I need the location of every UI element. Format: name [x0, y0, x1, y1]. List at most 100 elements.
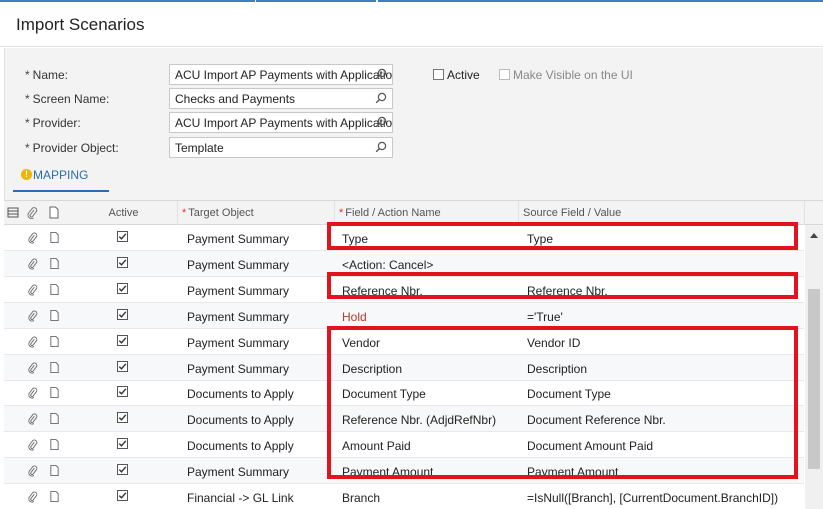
cell-field-action[interactable]: Description — [342, 355, 402, 381]
checkbox-checked-icon[interactable] — [117, 412, 128, 424]
cell-target-object[interactable]: Payment Summary — [187, 225, 289, 251]
cell-source-field[interactable]: ='True' — [527, 303, 563, 329]
cell-target-object[interactable]: Payment Summary — [187, 458, 289, 484]
cell-source-field[interactable]: Payment Amount — [527, 458, 618, 484]
cell-field-action[interactable]: Amount Paid — [342, 432, 411, 458]
cell-source-field[interactable]: Type — [527, 225, 553, 251]
table-row[interactable]: Payment Summary Description Description — [4, 354, 804, 381]
table-row[interactable]: Payment Summary Type Type — [4, 225, 804, 251]
mapping-grid: Active * Target Object * Field / Action Na… — [4, 200, 823, 509]
tab-active-underline — [13, 190, 109, 192]
checkbox-checked-icon[interactable] — [117, 231, 128, 242]
paperclip-icon[interactable] — [27, 309, 38, 322]
cell-target-object[interactable]: Documents to Apply — [187, 406, 294, 432]
header-source-field[interactable]: Source Field / Value — [519, 201, 805, 225]
cell-field-action[interactable]: Reference Nbr. — [342, 277, 423, 303]
provider-field[interactable]: ACU Import AP Payments with Application — [169, 112, 393, 133]
paperclip-icon[interactable] — [27, 283, 38, 296]
table-row[interactable]: Payment Summary Payment Amount Payment Amo… — [4, 458, 804, 485]
make-visible-label: Make Visible on the UI — [513, 68, 633, 82]
checkbox-checked-icon[interactable] — [117, 308, 128, 320]
cell-target-object[interactable]: Payment Summary — [187, 329, 289, 355]
cell-source-field[interactable]: Document Reference Nbr. — [527, 406, 666, 432]
cell-source-field[interactable]: =IsNull([Branch], [CurrentDocument.Branc… — [527, 484, 778, 509]
header-active[interactable]: Active — [70, 201, 178, 225]
document-icon[interactable] — [49, 386, 60, 399]
cell-field-action[interactable]: Branch — [342, 484, 380, 509]
scrollbar-thumb[interactable] — [808, 289, 820, 469]
cell-target-object[interactable]: Payment Summary — [187, 355, 289, 381]
header-field-action[interactable]: * Field / Action Name — [335, 201, 519, 225]
paperclip-icon[interactable] — [27, 464, 38, 477]
paperclip-icon[interactable] — [27, 438, 38, 451]
paperclip-icon[interactable] — [27, 231, 38, 244]
checkbox-checked-icon[interactable] — [117, 438, 128, 450]
cell-source-field[interactable]: Document Amount Paid — [527, 432, 653, 458]
document-icon[interactable] — [49, 412, 60, 425]
document-icon[interactable] — [49, 464, 60, 477]
cell-source-field[interactable]: Document Type — [527, 380, 611, 406]
table-row[interactable]: Documents to Apply Document Type Document … — [4, 380, 804, 407]
document-icon[interactable] — [49, 231, 60, 244]
cell-target-object[interactable]: Financial -> GL Link — [187, 484, 294, 509]
cell-source-field[interactable]: Vendor ID — [527, 329, 580, 355]
document-icon[interactable] — [49, 283, 60, 296]
table-row[interactable]: Financial -> GL Link Branch =IsNull([Branc… — [4, 484, 804, 509]
checkbox-checked-icon[interactable] — [117, 464, 128, 476]
checkbox-checked-icon[interactable] — [117, 334, 128, 346]
header-target-object[interactable]: * Target Object — [178, 201, 335, 225]
document-icon[interactable] — [49, 361, 60, 374]
cell-source-field[interactable]: Reference Nbr. — [527, 277, 608, 303]
document-icon[interactable] — [49, 335, 60, 348]
search-icon[interactable] — [375, 116, 387, 128]
vertical-scrollbar[interactable] — [805, 225, 823, 509]
cell-field-action[interactable]: Type — [342, 225, 368, 251]
provider-object-field[interactable]: Template — [169, 137, 393, 158]
name-value: ACU Import AP Payments with Application — [175, 68, 393, 82]
checkbox-checked-icon[interactable] — [117, 386, 128, 398]
table-row[interactable]: Documents to Apply Amount Paid Document Am… — [4, 432, 804, 459]
cell-field-action[interactable]: Vendor — [342, 329, 380, 355]
cell-target-object[interactable]: Documents to Apply — [187, 380, 294, 406]
document-icon[interactable] — [49, 490, 60, 503]
checkbox-checked-icon[interactable] — [117, 256, 128, 268]
cell-field-action[interactable]: Payment Amount — [342, 458, 433, 484]
document-icon[interactable] — [49, 438, 60, 451]
screen-name-field[interactable]: Checks and Payments — [169, 88, 393, 109]
checkbox-icon — [499, 69, 510, 80]
search-icon[interactable] — [375, 92, 387, 104]
paperclip-icon[interactable] — [27, 257, 38, 270]
table-row[interactable]: Payment Summary Vendor Vendor ID — [4, 329, 804, 355]
cell-field-action[interactable]: Hold — [342, 303, 367, 329]
paperclip-icon[interactable] — [27, 386, 38, 399]
paperclip-icon[interactable] — [27, 361, 38, 374]
cell-target-object[interactable]: Payment Summary — [187, 303, 289, 329]
grid-menu-icon[interactable] — [7, 206, 19, 219]
table-row[interactable]: Payment Summary Reference Nbr. Reference N… — [4, 277, 804, 303]
table-row[interactable]: Documents to Apply Reference Nbr. (AdjdRe… — [4, 406, 804, 433]
cell-field-action[interactable]: Reference Nbr. (AdjdRefNbr) — [342, 406, 496, 432]
active-checkbox[interactable]: Active — [433, 68, 480, 84]
search-icon[interactable] — [375, 141, 387, 153]
document-icon[interactable] — [49, 309, 60, 322]
paperclip-icon[interactable] — [27, 412, 38, 425]
checkbox-checked-icon[interactable] — [117, 360, 128, 372]
cell-field-action[interactable]: <Action: Cancel> — [342, 251, 433, 277]
paperclip-icon[interactable] — [27, 335, 38, 348]
paperclip-icon[interactable] — [27, 490, 38, 503]
document-icon[interactable] — [49, 257, 60, 270]
name-field[interactable]: ACU Import AP Payments with Application — [169, 64, 393, 85]
cell-field-action[interactable]: Document Type — [342, 380, 426, 406]
cell-target-object[interactable]: Documents to Apply — [187, 432, 294, 458]
checkbox-checked-icon[interactable] — [117, 282, 128, 294]
search-icon[interactable] — [375, 68, 387, 80]
checkbox-icon[interactable] — [433, 69, 444, 80]
checkbox-checked-icon[interactable] — [117, 490, 128, 501]
cell-target-object[interactable]: Payment Summary — [187, 251, 289, 277]
tab-mapping[interactable]: ! MAPPING — [13, 166, 109, 200]
cell-target-object[interactable]: Payment Summary — [187, 277, 289, 303]
cell-source-field[interactable]: Description — [527, 355, 587, 381]
scroll-up-icon[interactable] — [810, 233, 818, 238]
table-row[interactable]: Payment Summary <Action: Cancel> — [4, 250, 804, 277]
table-row[interactable]: Payment Summary Hold ='True' — [4, 302, 804, 329]
